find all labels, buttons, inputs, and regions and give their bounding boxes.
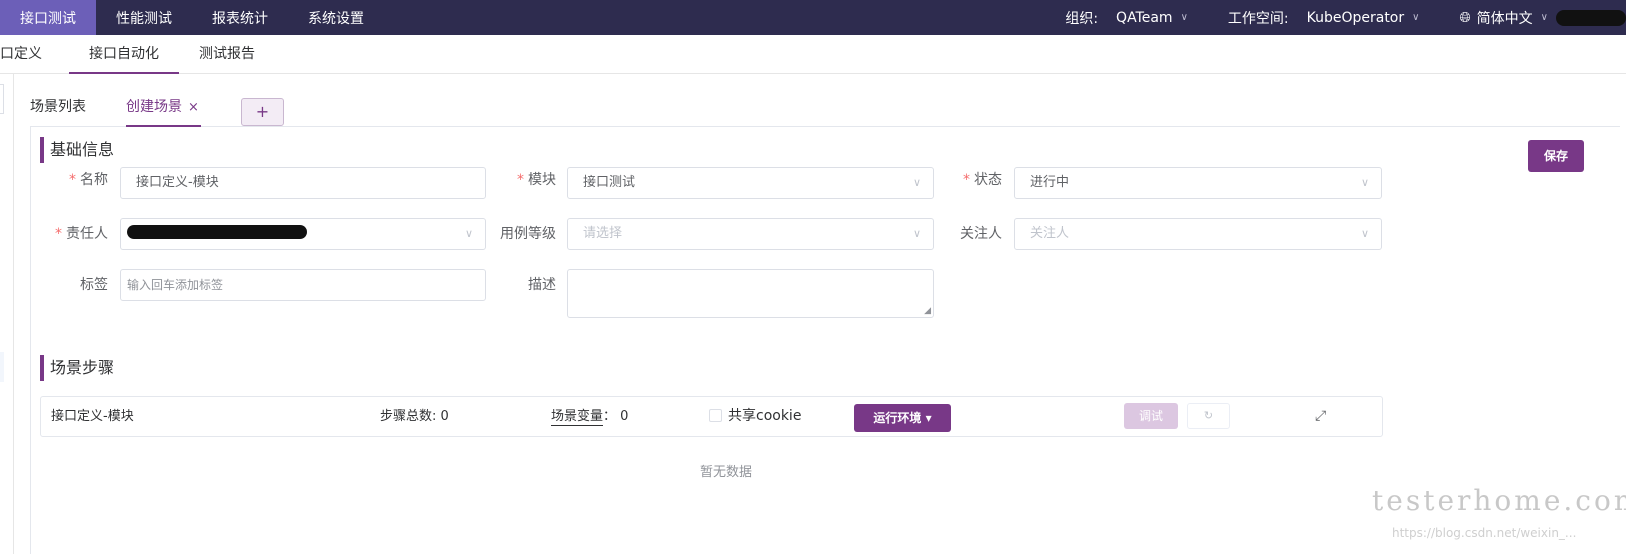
checkbox[interactable] — [709, 409, 722, 422]
description-textarea[interactable]: ◢ — [567, 269, 934, 318]
follower-select[interactable]: 关注人 ∨ — [1014, 218, 1382, 250]
scene-steps-toolbar: 接口定义-模块 步骤总数: 0 场景变量： 0 共享cookie 运行环境 ▾ … — [40, 396, 1383, 437]
resize-grip-icon[interactable]: ◢ — [924, 306, 931, 316]
add-tab-button[interactable]: + — [241, 98, 284, 126]
chevron-down-icon: ∨ — [912, 227, 921, 240]
required-mark: * — [55, 226, 62, 242]
chevron-down-icon: ∨ — [1360, 176, 1369, 189]
close-icon[interactable]: × — [188, 100, 199, 115]
topnav-right: 组织: QATeam ∨ 工作空间: KubeOperator ∨ 🌐︎ 简体中… — [1065, 0, 1626, 35]
nav-tab-performance-test[interactable]: 性能测试 — [96, 0, 192, 35]
chevron-down-icon: ∨ — [912, 176, 921, 189]
chevron-down-icon: ∨ — [1540, 12, 1548, 23]
chevron-down-icon: ∨ — [1360, 227, 1369, 240]
tab-create-scene-label: 创建场景 — [126, 99, 182, 115]
sub-navbar: 接口定义 接口自动化 测试报告 — [0, 35, 1626, 74]
level-select[interactable]: 请选择 ∨ — [567, 218, 934, 250]
status-label: * 状态 — [963, 172, 1002, 188]
globe-icon: 🌐︎ — [1459, 9, 1471, 26]
nav-tab-api-test[interactable]: 接口测试 — [0, 0, 96, 35]
required-mark: * — [69, 172, 76, 188]
required-mark: * — [517, 172, 524, 188]
name-label: * 名称 — [69, 172, 108, 188]
language-selector[interactable]: 🌐︎ 简体中文 ∨ — [1459, 8, 1548, 28]
nav-tab-settings[interactable]: 系统设置 — [288, 0, 384, 35]
tag-label: 标签 — [80, 277, 108, 293]
owner-select[interactable]: ∨ — [120, 218, 486, 250]
empty-text: 暂无数据 — [700, 465, 753, 480]
workspace-label: 工作空间: — [1227, 10, 1289, 27]
workspace-value: KubeOperator — [1306, 9, 1405, 26]
module-label: * 模块 — [517, 172, 556, 188]
tag-input[interactable]: 输入回车添加标签 — [120, 269, 486, 301]
subtab-api-automation[interactable]: 接口自动化 — [69, 35, 179, 74]
scene-variables: 场景变量： 0 — [551, 409, 629, 426]
subtab-test-report[interactable]: 测试报告 — [199, 35, 255, 74]
org-label: 组织: — [1065, 10, 1099, 27]
required-mark: * — [963, 172, 970, 188]
language-value: 简体中文 — [1476, 10, 1533, 27]
section-title-scene-steps: 场景步骤 — [40, 355, 114, 381]
workspace-selector[interactable]: 工作空间: KubeOperator ∨ — [1228, 8, 1420, 28]
module-select[interactable]: 接口测试 ∨ — [567, 167, 934, 199]
user-menu-redacted[interactable] — [1556, 9, 1626, 26]
level-label: 用例等级 — [500, 226, 556, 242]
org-value: QATeam — [1116, 9, 1173, 26]
debug-button[interactable]: 调试 — [1124, 403, 1178, 429]
save-button[interactable]: 保存 — [1528, 140, 1584, 172]
refresh-icon[interactable]: ↻ — [1187, 403, 1230, 429]
org-selector[interactable]: 组织: QATeam ∨ — [1065, 8, 1188, 28]
tab-scene-list[interactable]: 场景列表 — [30, 95, 86, 127]
owner-label: * 责任人 — [55, 226, 108, 242]
status-select[interactable]: 进行中 ∨ — [1014, 167, 1382, 199]
step-total: 步骤总数: 0 — [380, 409, 449, 424]
scene-tabs: 场景列表 创建场景 × + — [30, 95, 1620, 127]
scene-name-text: 接口定义-模块 — [51, 409, 134, 424]
collapse-handle[interactable] — [0, 84, 4, 114]
section-title-basic-info: 基础信息 — [40, 137, 114, 163]
chevron-down-icon: ∨ — [1412, 12, 1420, 23]
top-navbar: 接口测试 性能测试 报表统计 系统设置 组织: QATeam ∨ 工作空间: K… — [0, 0, 1626, 35]
tree-highlight — [0, 352, 4, 382]
chevron-down-icon: ∨ — [464, 227, 473, 240]
follower-label: 关注人 — [960, 226, 1002, 242]
scene-variables-link[interactable]: 场景变量 — [551, 409, 604, 426]
watermark: testerhome.com — [1372, 484, 1626, 517]
share-cookie-checkbox[interactable]: 共享cookie — [709, 397, 801, 436]
owner-value-redacted — [127, 225, 307, 239]
run-environment-button[interactable]: 运行环境 ▾ — [854, 404, 951, 432]
tab-create-scene[interactable]: 创建场景 × — [126, 95, 201, 127]
description-label: 描述 — [528, 277, 556, 293]
left-tree-panel-edge — [0, 74, 14, 554]
name-input[interactable]: 接口定义-模块 — [120, 167, 486, 199]
nav-tab-report[interactable]: 报表统计 — [192, 0, 288, 35]
chevron-down-icon: ∨ — [1180, 12, 1188, 23]
fullscreen-icon[interactable]: ⤢ — [1315, 397, 1326, 436]
watermark-url: https://blog.csdn.net/weixin_... — [1392, 526, 1577, 540]
subtab-api-definition[interactable]: 接口定义 — [0, 35, 42, 74]
